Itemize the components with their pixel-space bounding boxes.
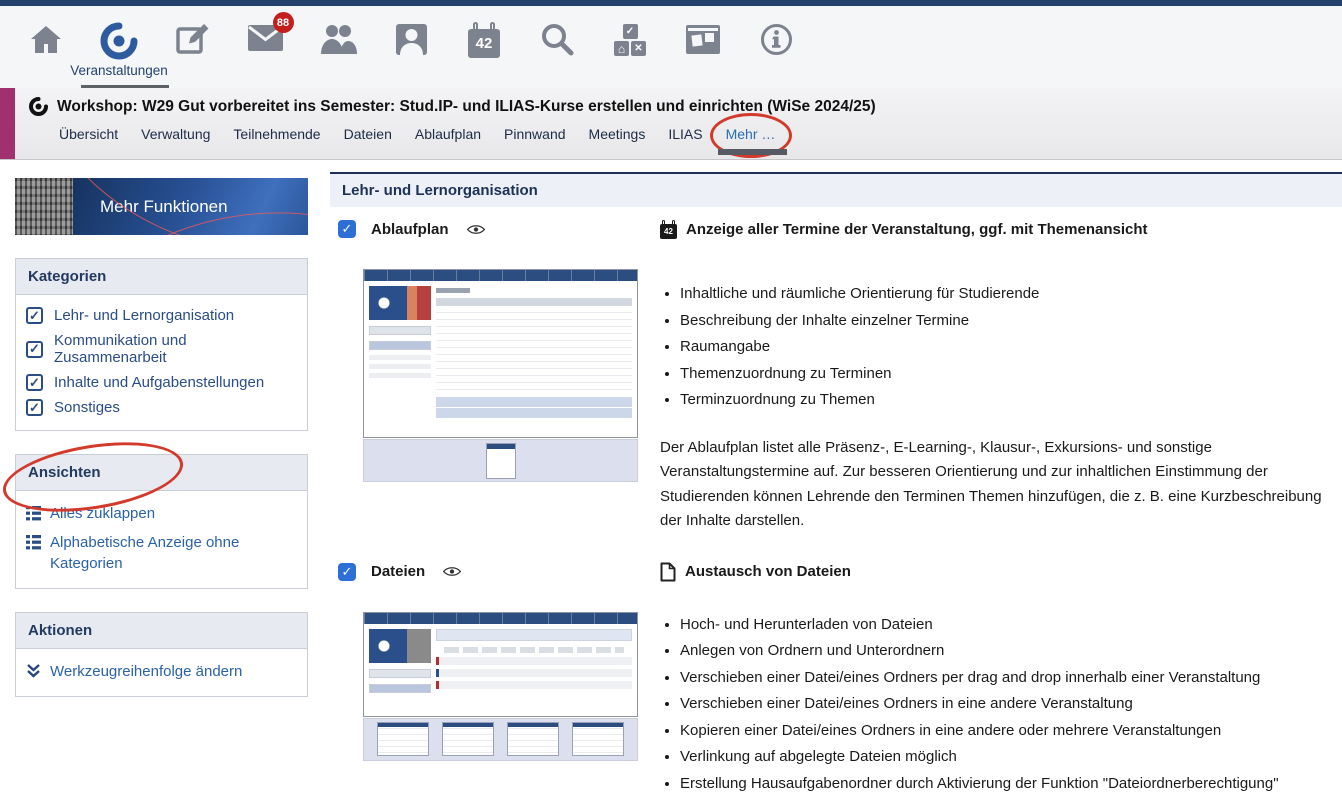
community-icon bbox=[319, 22, 357, 55]
sidebar-banner-title: Mehr Funktionen bbox=[100, 197, 228, 217]
ablaufplan-label: Ablaufplan bbox=[371, 221, 449, 238]
kategorien-box: Kategorien Lehr- und Lernorganisation Ko… bbox=[15, 258, 308, 431]
tab-teilnehmende[interactable]: Teilnehmende bbox=[233, 126, 320, 142]
tool-row-dateien: Dateien bbox=[330, 534, 1342, 797]
bullet-item: Anlegen von Ordnern und Unterordnern bbox=[680, 638, 1330, 665]
calendar-icon: 42 bbox=[468, 22, 500, 58]
bullet-item: Themenzuordnung zu Terminen bbox=[680, 361, 1330, 388]
dateien-bullet-list: Hoch- und Herunterladen von Dateien Anle… bbox=[660, 612, 1330, 797]
home-icon bbox=[28, 22, 64, 58]
schedule-icon: 42 bbox=[660, 220, 677, 239]
category-kommunikation[interactable]: Kommunikation und Zusammenarbeit bbox=[26, 328, 297, 370]
community-button[interactable] bbox=[316, 22, 360, 82]
main-content: Lehr- und Lernorganisation Ablaufplan bbox=[330, 172, 1342, 797]
profile-button[interactable] bbox=[389, 22, 433, 82]
course-color-stripe bbox=[0, 88, 15, 159]
schedule-button[interactable]: 42 bbox=[462, 22, 506, 82]
veranstaltungen-label: Veranstaltungen bbox=[70, 63, 168, 78]
banner-photo bbox=[15, 178, 73, 235]
visibility-eye-icon[interactable] bbox=[442, 565, 462, 578]
profile-icon bbox=[394, 22, 429, 57]
bullet-item: Verschieben einer Datei/eines Ordners pe… bbox=[680, 665, 1330, 692]
sidebar-banner: Mehr Funktionen bbox=[15, 178, 308, 235]
category-checkbox[interactable] bbox=[26, 374, 43, 391]
category-checkbox[interactable] bbox=[26, 399, 43, 416]
category-lehr-und-lernorganisation[interactable]: Lehr- und Lernorganisation bbox=[26, 303, 297, 328]
bullet-item: Kopieren einer Datei/eines Ordners in ei… bbox=[680, 718, 1330, 745]
ablaufplan-bullet-list: Inhaltliche und räumliche Orientierung f… bbox=[660, 281, 1330, 414]
tab-uebersicht[interactable]: Übersicht bbox=[59, 126, 118, 142]
tab-mehr[interactable]: Mehr … bbox=[726, 126, 776, 142]
section-header: Lehr- und Lernorganisation bbox=[330, 172, 1342, 207]
bullet-item: Raumangabe bbox=[680, 334, 1330, 361]
category-checkbox[interactable] bbox=[26, 341, 43, 358]
bullet-item: Erstellung Hausaufgabenordner durch Akti… bbox=[680, 771, 1330, 797]
bullet-item: Inhaltliche und räumliche Orientierung f… bbox=[680, 281, 1330, 308]
tools-button[interactable] bbox=[608, 22, 652, 82]
kategorien-header: Kategorien bbox=[16, 259, 307, 295]
info-button[interactable] bbox=[754, 22, 798, 82]
tab-dateien[interactable]: Dateien bbox=[344, 126, 392, 142]
messages-badge: 88 bbox=[273, 12, 294, 33]
course-title: Workshop: W29 Gut vorbereitet ins Semest… bbox=[57, 98, 876, 116]
bullet-item: Hoch- und Herunterladen von Dateien bbox=[680, 612, 1330, 639]
tools-icon bbox=[614, 22, 646, 56]
edit-news-icon bbox=[175, 22, 210, 57]
dateien-checkbox[interactable] bbox=[338, 563, 356, 581]
double-chevron-down-icon bbox=[26, 664, 41, 678]
tab-mehr-label: Mehr … bbox=[726, 126, 776, 142]
document-icon bbox=[660, 562, 676, 582]
category-sonstiges[interactable]: Sonstiges bbox=[26, 395, 297, 420]
news-button[interactable] bbox=[170, 22, 214, 82]
tab-ablaufplan[interactable]: Ablaufplan bbox=[415, 126, 481, 142]
link-alphabetische-anzeige[interactable]: Alphabetische Anzeige ohne Kategorien bbox=[26, 528, 297, 578]
link-alles-zuklappen[interactable]: Alles zuklappen bbox=[26, 499, 297, 528]
bullet-item: Verlinkung auf abgelegte Dateien möglich bbox=[680, 744, 1330, 771]
visibility-eye-icon[interactable] bbox=[466, 223, 486, 236]
info-icon bbox=[759, 22, 794, 57]
tool-row-ablaufplan: Ablaufplan bbox=[330, 207, 1342, 534]
ablaufplan-screenshot-thumbnail bbox=[363, 269, 638, 438]
veranstaltungen-button[interactable]: Veranstaltungen bbox=[97, 22, 141, 82]
tab-verwaltung[interactable]: Verwaltung bbox=[141, 126, 210, 142]
category-inhalte[interactable]: Inhalte und Aufgabenstellungen bbox=[26, 370, 297, 395]
messages-button[interactable]: 88 bbox=[243, 22, 287, 82]
global-icon-bar: Veranstaltungen 88 42 bbox=[0, 6, 1342, 88]
ablaufplan-thumbnail-strip bbox=[363, 439, 638, 482]
sidebar: Mehr Funktionen Kategorien Lehr- und Ler… bbox=[15, 178, 308, 697]
bullet-item: Terminzuordnung zu Themen bbox=[680, 387, 1330, 414]
veranstaltungen-icon bbox=[100, 22, 138, 60]
ansichten-box: Ansichten Alles zuklappen Alphabetische … bbox=[15, 454, 308, 589]
ablaufplan-description: Der Ablaufplan listet alle Präsenz-, E-L… bbox=[660, 436, 1330, 534]
calendar-week-number: 42 bbox=[468, 29, 500, 58]
link-werkzeugreihenfolge[interactable]: Werkzeugreihenfolge ändern bbox=[26, 657, 297, 686]
course-header: Workshop: W29 Gut vorbereitet ins Semest… bbox=[0, 88, 1342, 160]
bulletin-board-icon bbox=[686, 25, 720, 54]
home-button[interactable] bbox=[24, 22, 68, 82]
ablaufplan-heading: Anzeige aller Termine der Veranstaltung,… bbox=[686, 221, 1148, 238]
tab-meetings[interactable]: Meetings bbox=[589, 126, 646, 142]
aktionen-header: Aktionen bbox=[16, 613, 307, 649]
dateien-screenshot-thumbnail bbox=[363, 612, 638, 717]
list-icon bbox=[26, 506, 41, 521]
bullet-item: Verschieben einer Datei/eines Ordners in… bbox=[680, 691, 1330, 718]
category-checkbox[interactable] bbox=[26, 307, 43, 324]
tab-pinnwand[interactable]: Pinnwand bbox=[504, 126, 566, 142]
dateien-thumbnail-strip bbox=[363, 718, 638, 761]
ablaufplan-checkbox[interactable] bbox=[338, 220, 356, 238]
dateien-heading: Austausch von Dateien bbox=[685, 563, 851, 580]
dateien-label: Dateien bbox=[371, 563, 425, 580]
bulletin-board-button[interactable] bbox=[681, 22, 725, 82]
course-tabs: Übersicht Verwaltung Teilnehmende Dateie… bbox=[59, 126, 1342, 142]
tab-ilias[interactable]: ILIAS bbox=[668, 126, 702, 142]
mail-icon: 88 bbox=[247, 22, 284, 52]
seminar-icon bbox=[29, 97, 48, 116]
list-icon bbox=[26, 535, 41, 550]
ansichten-header: Ansichten bbox=[16, 455, 307, 491]
search-icon bbox=[540, 22, 575, 57]
search-button[interactable] bbox=[535, 22, 579, 82]
bullet-item: Beschreibung der Inhalte einzelner Termi… bbox=[680, 308, 1330, 335]
aktionen-box: Aktionen Werkzeugreihenfolge ändern bbox=[15, 612, 308, 697]
